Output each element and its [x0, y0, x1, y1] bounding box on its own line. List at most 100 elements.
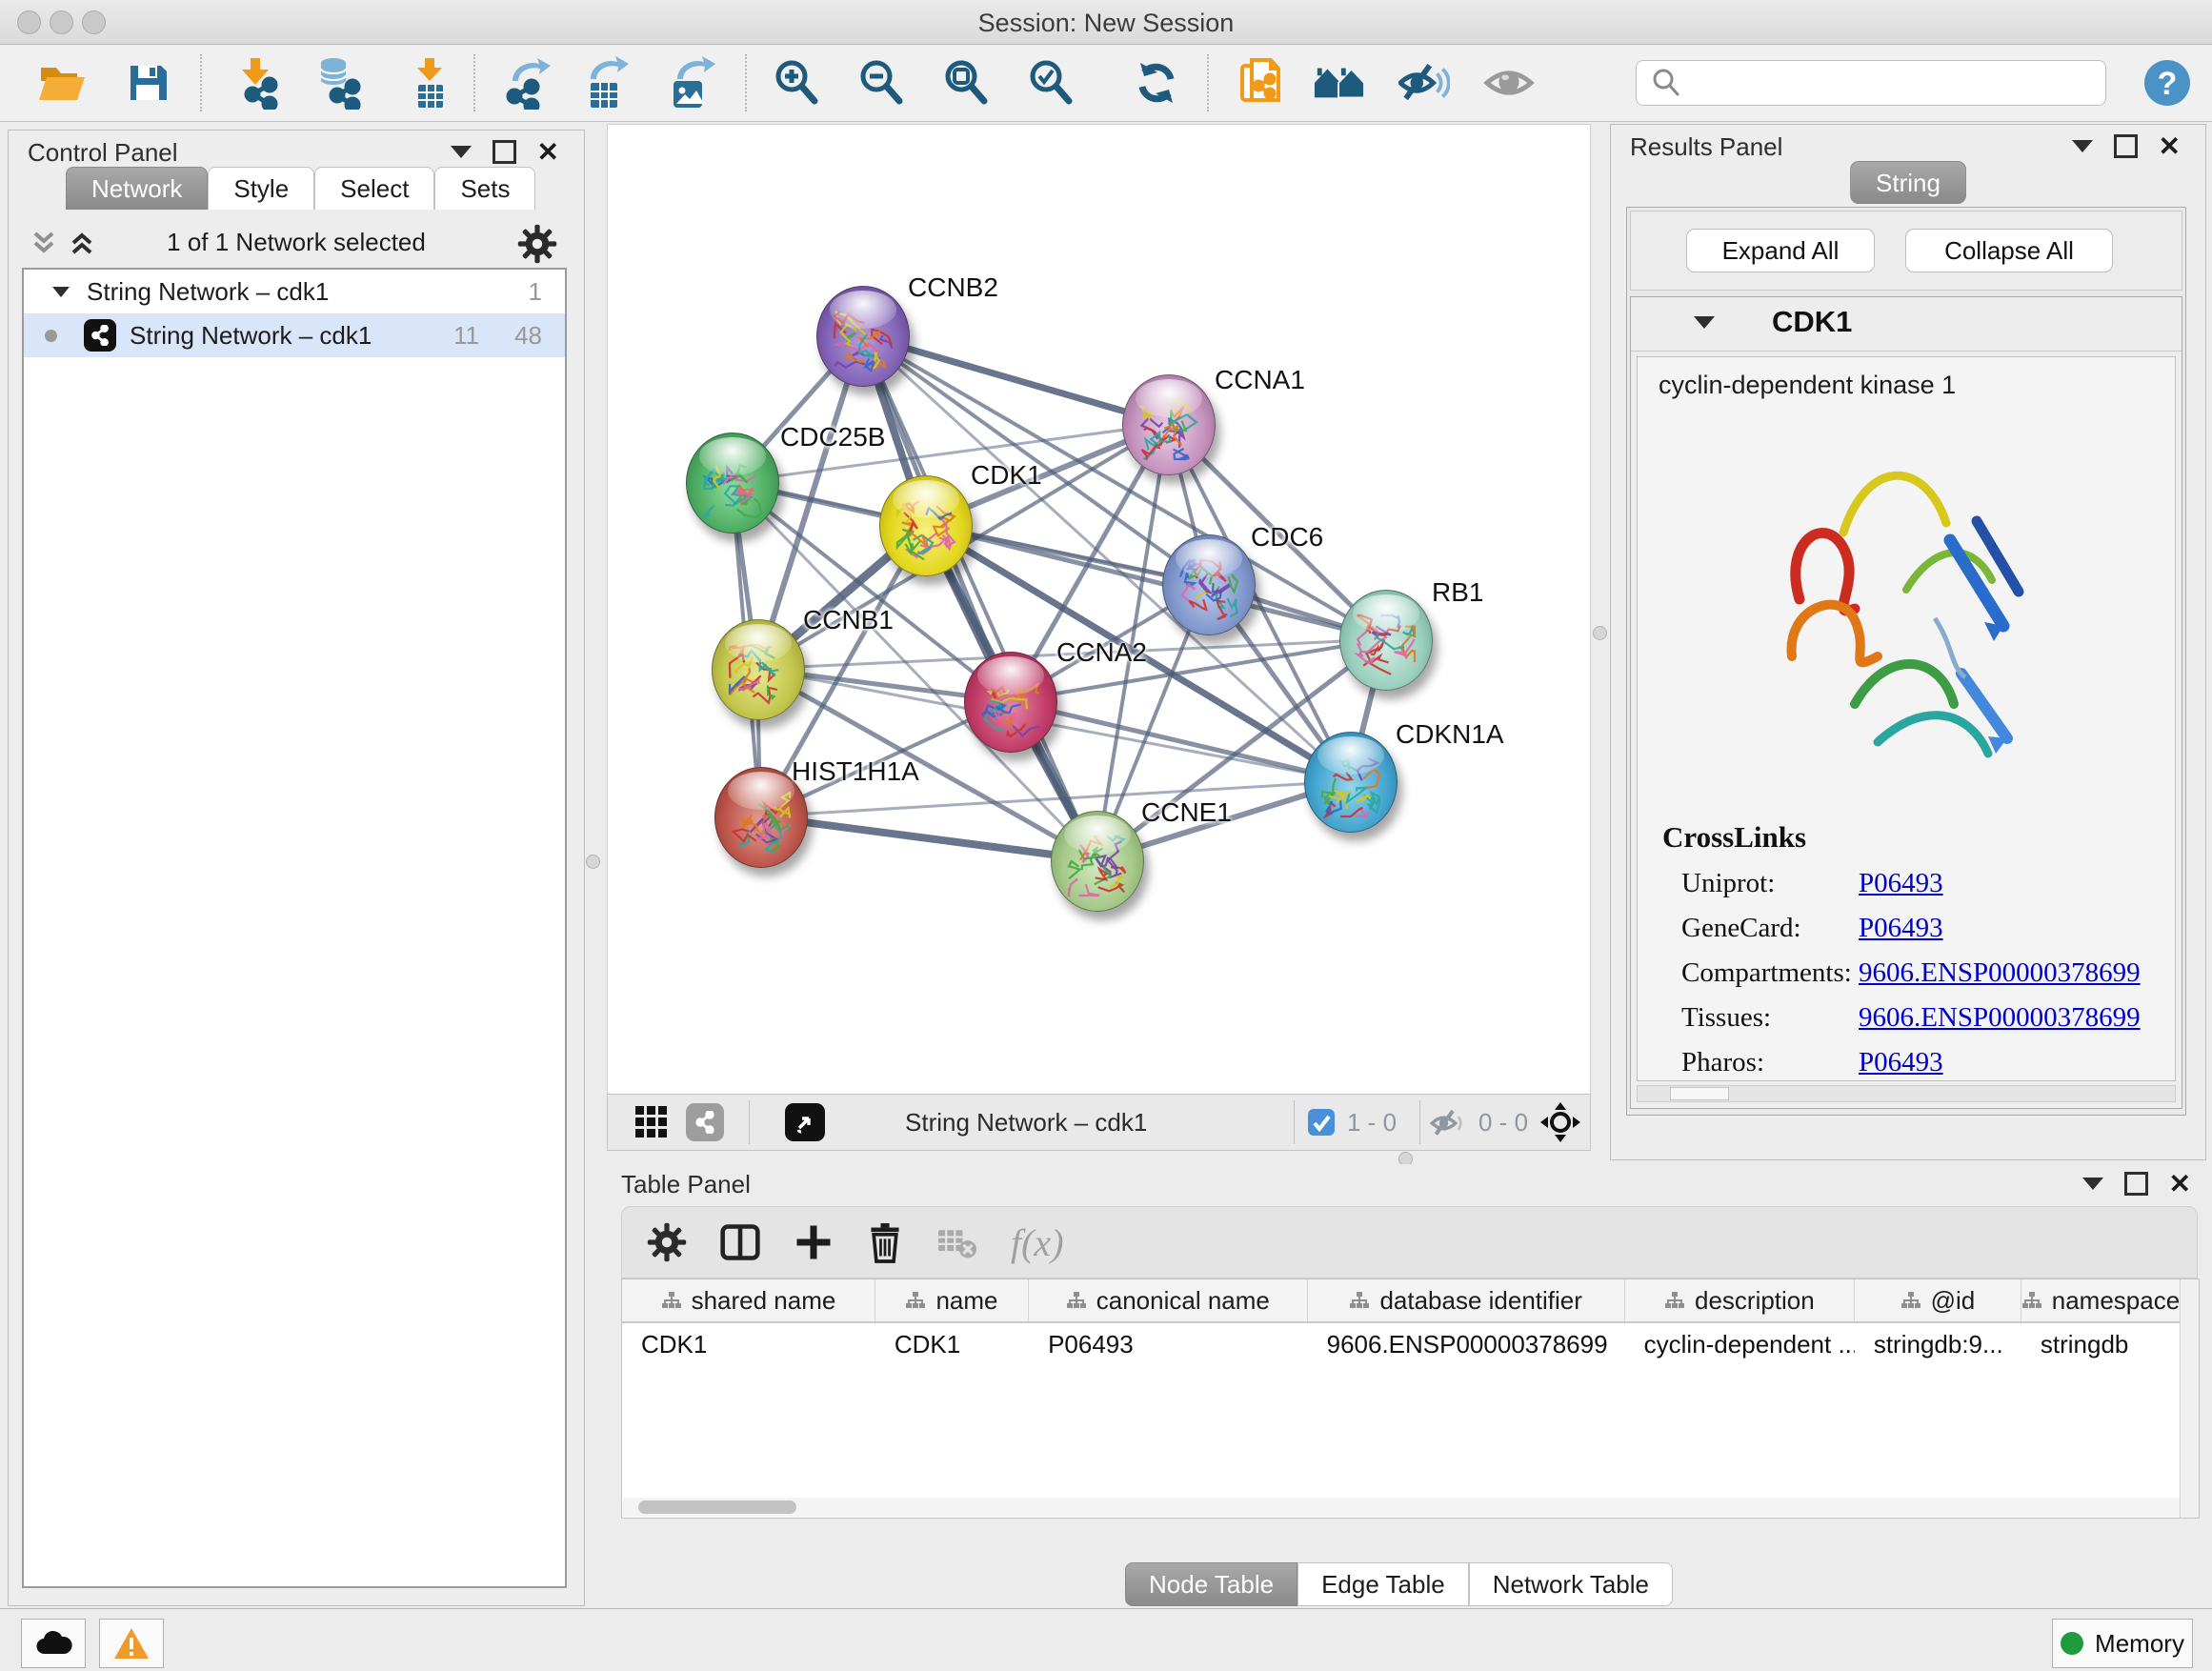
hide-selected-eye-slash-icon[interactable] — [1398, 56, 1450, 110]
close-panel-icon[interactable]: ✕ — [537, 143, 559, 161]
collapse-all-button[interactable]: Collapse All — [1905, 229, 2113, 272]
crosslink-link[interactable]: P06493 — [1859, 868, 1943, 899]
tab-node-table[interactable]: Node Table — [1125, 1562, 1297, 1606]
open-view-icon[interactable] — [785, 1103, 825, 1141]
column-header--id[interactable]: @id — [1855, 1279, 2021, 1321]
export-network-icon[interactable] — [502, 56, 553, 110]
zoom-in-icon[interactable] — [771, 56, 822, 110]
section-expand-icon[interactable] — [1694, 316, 1715, 329]
cell-canonical-name[interactable]: P06493 — [1029, 1323, 1308, 1365]
network-node-CCNB2[interactable] — [816, 286, 910, 387]
results-panel-controls: ✕ — [2072, 134, 2181, 158]
show-all-eye-icon[interactable] — [1483, 56, 1535, 110]
network-node-CCNA1[interactable] — [1122, 374, 1216, 475]
selected-checkbox-icon[interactable] — [1307, 1108, 1336, 1137]
export-image-icon[interactable] — [665, 56, 716, 110]
maximize-panel-icon[interactable] — [2124, 1172, 2148, 1196]
cell-name[interactable]: CDK1 — [875, 1323, 1029, 1365]
zoom-selected-icon[interactable] — [1025, 56, 1076, 110]
float-panel-icon[interactable] — [2082, 1178, 2103, 1190]
float-panel-icon[interactable] — [451, 146, 472, 158]
crosslinks-title: CrossLinks — [1662, 820, 1806, 855]
refresh-icon[interactable] — [1131, 56, 1182, 110]
export-table-icon[interactable] — [580, 56, 632, 110]
import-network-icon[interactable] — [234, 56, 286, 110]
string-view-icon[interactable] — [686, 1103, 724, 1141]
memory-button[interactable]: Memory — [2052, 1619, 2193, 1668]
open-session-icon[interactable] — [36, 56, 88, 110]
network-node-CDC25B[interactable] — [686, 433, 779, 534]
zoom-out-icon[interactable] — [855, 56, 907, 110]
import-network-database-icon[interactable] — [312, 56, 363, 110]
network-canvas[interactable]: CCNB2CCNA1CDC25BCDK1CDC6RB1CCNB1CCNA2CDK… — [607, 124, 1591, 1096]
crosslink-link[interactable]: 9606.ENSP00000378699 — [1859, 1002, 2141, 1034]
cell-shared-name[interactable]: CDK1 — [622, 1323, 875, 1365]
grid-view-icon[interactable] — [634, 1105, 669, 1139]
network-node-CCNA2[interactable] — [964, 652, 1057, 753]
function-builder-icon[interactable]: f(x) — [1011, 1220, 1064, 1265]
memory-label: Memory — [2095, 1629, 2184, 1659]
tab-string[interactable]: String — [1850, 161, 1966, 204]
network-edge-HIST1H1A-CCNE1[interactable] — [760, 816, 1096, 860]
crosslink-link[interactable]: 9606.ENSP00000378699 — [1859, 957, 2141, 989]
network-node-CDK1[interactable] — [879, 475, 973, 576]
tab-edge-table[interactable]: Edge Table — [1297, 1562, 1469, 1606]
crosslink-link[interactable]: P06493 — [1859, 1047, 1943, 1078]
network-node-RB1[interactable] — [1339, 590, 1433, 691]
float-panel-icon[interactable] — [2072, 140, 2093, 152]
search-input[interactable] — [1692, 69, 2105, 98]
network-node-CDKN1A[interactable] — [1304, 732, 1398, 833]
network-collection-row[interactable]: String Network – cdk1 1 — [24, 270, 565, 313]
hidden-eye-slash-icon[interactable] — [1429, 1107, 1469, 1139]
gene-section-header[interactable]: CDK1 — [1631, 297, 2182, 352]
help-icon[interactable]: ? — [2142, 56, 2193, 110]
column-header-database-identifier[interactable]: database identifier — [1308, 1279, 1625, 1321]
tab-network-table[interactable]: Network Table — [1469, 1562, 1673, 1606]
warning-status-button[interactable] — [99, 1619, 164, 1668]
tab-style[interactable]: Style — [208, 167, 314, 210]
network-options-gear-icon[interactable] — [517, 224, 557, 264]
home-icon[interactable] — [1314, 56, 1365, 110]
cell-database-identifier[interactable]: 9606.ENSP00000378699 — [1308, 1323, 1625, 1365]
crosslink-link[interactable]: P06493 — [1859, 913, 1943, 944]
maximize-panel-icon[interactable] — [2114, 134, 2138, 158]
collection-expand-icon[interactable] — [52, 287, 70, 297]
column-header-description[interactable]: description — [1625, 1279, 1855, 1321]
delete-table-icon[interactable] — [936, 1223, 978, 1261]
column-header-namespace[interactable]: namespace — [2021, 1279, 2181, 1321]
column-header-canonical-name[interactable]: canonical name — [1029, 1279, 1308, 1321]
save-session-icon[interactable] — [122, 56, 173, 110]
import-table-icon[interactable] — [404, 56, 455, 110]
snapshot-icon[interactable] — [1237, 56, 1288, 110]
table-horizontal-scrollbar[interactable] — [623, 1498, 2180, 1517]
maximize-panel-icon[interactable] — [493, 140, 516, 164]
cell-description[interactable]: cyclin-dependent ... — [1625, 1323, 1855, 1365]
table-options-gear-icon[interactable] — [647, 1222, 687, 1262]
results-horizontal-scrollbar[interactable] — [1637, 1085, 2176, 1102]
tab-select[interactable]: Select — [314, 167, 434, 210]
network-row[interactable]: String Network – cdk1 11 48 — [24, 313, 565, 357]
show-columns-icon[interactable] — [719, 1221, 761, 1263]
birds-eye-view-icon[interactable] — [1539, 1101, 1581, 1143]
network-node-CDC6[interactable] — [1162, 534, 1256, 635]
left-splitter-handle[interactable] — [586, 855, 600, 869]
column-header-name[interactable]: name — [875, 1279, 1029, 1321]
network-node-CCNB1[interactable] — [712, 619, 805, 720]
cell-namespace[interactable]: stringdb — [2021, 1323, 2181, 1365]
cell--id[interactable]: stringdb:9... — [1855, 1323, 2021, 1365]
close-panel-icon[interactable]: ✕ — [2159, 137, 2181, 155]
toolbar-separator — [1294, 1100, 1295, 1144]
delete-column-trash-icon[interactable] — [866, 1221, 904, 1263]
zoom-fit-icon[interactable] — [940, 56, 992, 110]
tab-sets[interactable]: Sets — [434, 167, 535, 210]
table-vertical-scrollbar[interactable] — [2180, 1279, 2199, 1518]
expand-all-button[interactable]: Expand All — [1686, 229, 1875, 272]
column-header-shared-name[interactable]: shared name — [622, 1279, 875, 1321]
create-column-plus-icon[interactable] — [794, 1222, 834, 1262]
tab-network[interactable]: Network — [66, 167, 208, 210]
cloud-status-button[interactable] — [21, 1619, 86, 1668]
right-splitter-handle[interactable] — [1593, 626, 1607, 640]
network-node-CCNE1[interactable] — [1051, 811, 1144, 912]
close-panel-icon[interactable]: ✕ — [2169, 1175, 2191, 1193]
toolbar-separator — [1419, 1100, 1420, 1144]
